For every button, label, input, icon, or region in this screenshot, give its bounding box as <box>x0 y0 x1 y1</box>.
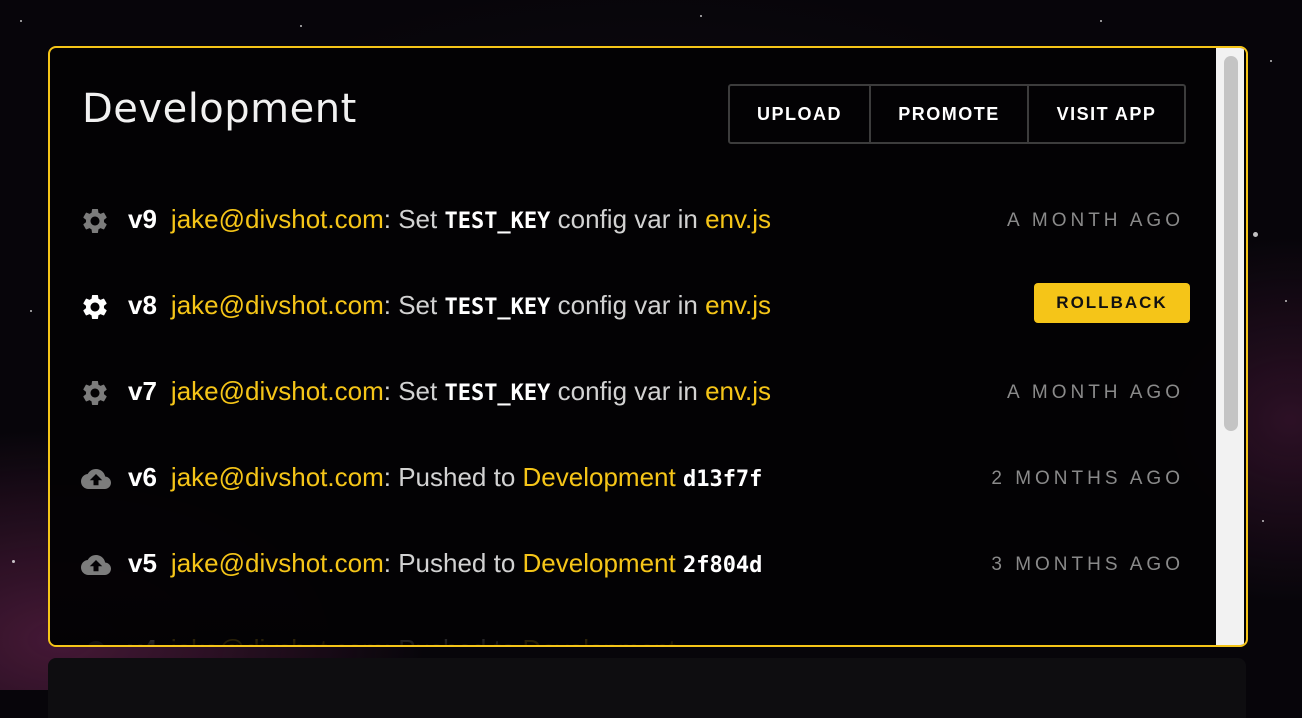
file-link[interactable]: env.js <box>705 204 771 234</box>
user-email[interactable]: jake@divshot.com <box>171 548 384 578</box>
environment-link[interactable]: Development <box>523 548 676 578</box>
version-label: v7 <box>128 376 157 406</box>
separator: : <box>383 376 391 406</box>
message-text: Pushed to <box>391 634 523 645</box>
message-text: Set <box>390 290 445 320</box>
list-item[interactable]: v6 jake@divshot.com: Pushed to Developmen… <box>80 436 1190 522</box>
release-description: v4 jake@divshot.com: Pushed to Developmen… <box>128 634 676 645</box>
scrollbar[interactable] <box>1216 48 1244 645</box>
gear-icon <box>80 292 110 322</box>
version-label: v4 <box>128 634 157 645</box>
separator: : <box>383 204 391 234</box>
page-title: Development <box>82 86 357 132</box>
user-email[interactable]: jake@divshot.com <box>171 634 384 645</box>
commit-hash: d13f7f <box>682 467 763 492</box>
list-item[interactable]: v8 jake@divshot.com: Set TEST_KEY config … <box>80 264 1190 350</box>
timestamp: 3 MONTHS AGO <box>991 554 1184 575</box>
cloud-upload-icon <box>80 464 111 494</box>
gear-icon <box>80 378 110 408</box>
config-key: TEST_KEY <box>444 209 551 234</box>
list-item[interactable]: v9 jake@divshot.com: Set TEST_KEY config … <box>80 178 1190 264</box>
timestamp: A MONTH AGO <box>1006 382 1184 403</box>
environment-link[interactable]: Development <box>523 634 676 645</box>
panel-actions: UPLOAD PROMOTE VISIT APP <box>728 84 1186 144</box>
cloud-upload-icon <box>80 636 110 645</box>
message-text: Set <box>390 204 445 234</box>
list-item[interactable]: v4 jake@divshot.com: Pushed to Developmen… <box>80 608 1190 645</box>
gear-icon <box>80 206 110 236</box>
message-text: config var in <box>550 290 706 320</box>
user-email[interactable]: jake@divshot.com <box>171 462 384 492</box>
version-label: v5 <box>128 548 157 578</box>
release-description: v5 jake@divshot.com: Pushed to Developmen… <box>128 548 762 579</box>
release-description: v6 jake@divshot.com: Pushed to Developmen… <box>128 462 762 493</box>
cloud-upload-icon <box>80 550 111 580</box>
separator: : <box>383 548 391 578</box>
release-description: v7 jake@divshot.com: Set TEST_KEY config … <box>128 376 771 407</box>
user-email[interactable]: jake@divshot.com <box>171 376 384 406</box>
upload-button[interactable]: UPLOAD <box>730 86 869 142</box>
release-list: v9 jake@divshot.com: Set TEST_KEY config … <box>80 178 1190 645</box>
rollback-button[interactable]: ROLLBACK <box>1034 283 1190 323</box>
environment-link[interactable]: Development <box>523 462 676 492</box>
message-text: Set <box>390 376 445 406</box>
message-text: config var in <box>550 376 706 406</box>
config-key: TEST_KEY <box>444 381 551 406</box>
promote-button[interactable]: PROMOTE <box>869 86 1027 142</box>
config-key: TEST_KEY <box>444 295 551 320</box>
list-item[interactable]: v7 jake@divshot.com: Set TEST_KEY config … <box>80 350 1190 436</box>
file-link[interactable]: env.js <box>705 290 771 320</box>
separator: : <box>383 290 391 320</box>
message-text: Pushed to <box>390 548 523 578</box>
timestamp: 2 MONTHS AGO <box>991 468 1184 489</box>
version-label: v9 <box>128 204 157 234</box>
separator: : <box>384 634 391 645</box>
separator: : <box>383 462 391 492</box>
message-text: Pushed to <box>390 462 523 492</box>
release-description: v8 jake@divshot.com: Set TEST_KEY config … <box>128 290 771 321</box>
user-email[interactable]: jake@divshot.com <box>171 204 384 234</box>
message-text: config var in <box>550 204 706 234</box>
user-email[interactable]: jake@divshot.com <box>171 290 384 320</box>
release-description: v9 jake@divshot.com: Set TEST_KEY config … <box>128 204 771 235</box>
development-panel: Development UPLOAD PROMOTE VISIT APP v9 j… <box>48 46 1248 647</box>
version-label: v8 <box>128 290 157 320</box>
commit-hash: 2f804d <box>682 553 763 578</box>
version-label: v6 <box>128 462 157 492</box>
visit-app-button[interactable]: VISIT APP <box>1027 86 1184 142</box>
next-panel <box>48 658 1246 718</box>
file-link[interactable]: env.js <box>705 376 771 406</box>
scrollbar-thumb[interactable] <box>1224 56 1238 431</box>
timestamp: A MONTH AGO <box>1006 210 1184 231</box>
list-item[interactable]: v5 jake@divshot.com: Pushed to Developmen… <box>80 522 1190 608</box>
